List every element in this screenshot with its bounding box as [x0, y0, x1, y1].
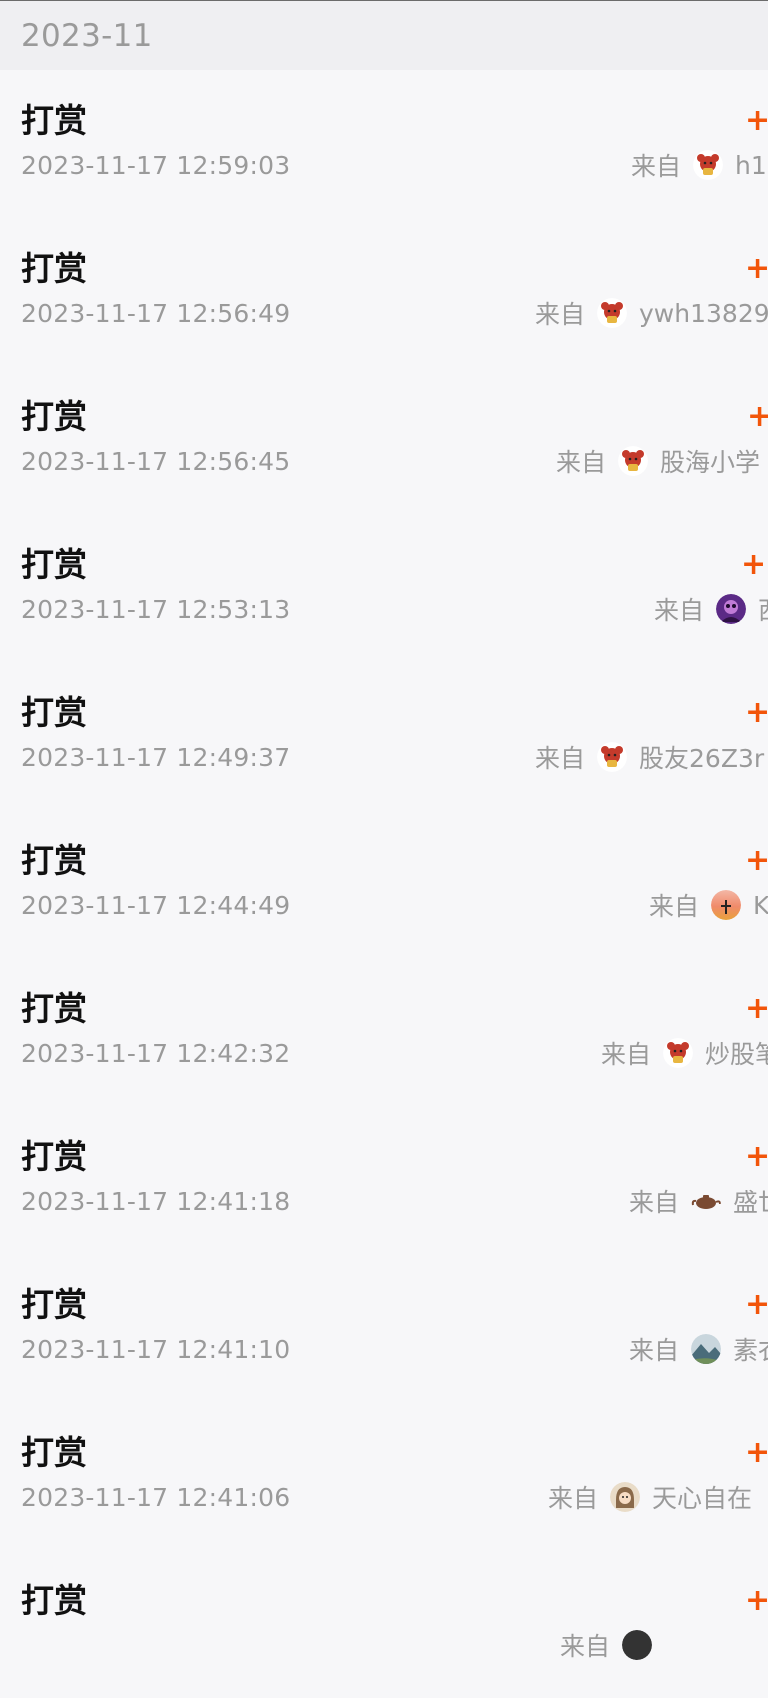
from-label: 来自 — [629, 1188, 680, 1217]
user-avatar[interactable] — [691, 1186, 722, 1216]
reward-time: 2023-11-17 12:49:37 — [21, 743, 291, 772]
user-avatar[interactable] — [663, 1038, 694, 1068]
reward-source: 来自 素衣 — [629, 1331, 768, 1367]
reward-amount: +3 — [741, 547, 768, 582]
month-header: 2023-11 — [0, 0, 768, 70]
reward-time: 2023-11-17 12:56:49 — [21, 299, 291, 328]
reward-source: 来自 股友26Z3r — [535, 739, 764, 775]
reward-source: 来自 盛世 — [629, 1183, 768, 1219]
reward-row[interactable]: 打赏 2023-11-17 12:41:10 +4 来自 素衣 — [0, 1254, 768, 1402]
reward-source: 来自 炒股笔 — [601, 1035, 768, 1071]
reward-time: 2023-11-17 12:41:10 — [21, 1335, 291, 1364]
user-avatar[interactable] — [610, 1482, 641, 1512]
reward-row[interactable]: 打赏 2023-11-17 12:56:45 + 来自 股海小学 — [0, 366, 768, 514]
user-avatar[interactable] — [691, 1334, 722, 1364]
reward-time: 2023-11-17 12:59:03 — [21, 151, 291, 180]
reward-list: 打赏 2023-11-17 12:59:03 + 来自 h12 打赏 2023-11-17 … — [0, 70, 768, 1698]
reward-time: 2023-11-17 12:41:18 — [21, 1187, 291, 1216]
user-avatar[interactable] — [597, 742, 628, 772]
user-name[interactable]: 盛世 — [733, 1183, 768, 1219]
reward-source: 来自 ywh138290 — [535, 295, 768, 331]
user-name[interactable]: 股友26Z3r — [639, 739, 764, 775]
reward-amount: +4 — [745, 991, 768, 1026]
user-name[interactable]: 西 — [758, 591, 768, 627]
reward-row[interactable]: 打赏 2023-11-17 12:53:13 +3 来自 西 — [0, 514, 768, 662]
user-name[interactable]: 股海小学 — [660, 443, 760, 479]
reward-row[interactable]: 打赏 + 来自 — [0, 1550, 768, 1698]
reward-row[interactable]: 打赏 2023-11-17 12:56:49 + 来自 ywh138290 — [0, 218, 768, 366]
reward-title: 打赏 — [21, 693, 87, 732]
reward-title: 打赏 — [21, 1285, 87, 1324]
reward-row[interactable]: 打赏 2023-11-17 12:44:49 + 来自 K — [0, 810, 768, 958]
user-name[interactable]: 素衣 — [733, 1331, 768, 1367]
reward-amount: + — [745, 1435, 768, 1470]
reward-amount: + — [745, 695, 768, 730]
user-avatar[interactable] — [597, 298, 628, 328]
from-label: 来自 — [654, 596, 705, 625]
user-name[interactable]: K — [753, 891, 768, 920]
reward-time: 2023-11-17 12:42:32 — [21, 1039, 291, 1068]
user-name[interactable]: h12 — [735, 151, 768, 180]
reward-row[interactable]: 打赏 2023-11-17 12:41:06 + 来自 天心自在 — [0, 1402, 768, 1550]
from-label: 来自 — [649, 892, 700, 921]
reward-time: 2023-11-17 12:56:45 — [21, 447, 291, 476]
reward-title: 打赏 — [21, 101, 87, 140]
user-name[interactable]: 炒股笔 — [705, 1035, 768, 1071]
reward-source: 来自 股海小学 — [556, 443, 760, 479]
reward-title: 打赏 — [21, 397, 87, 436]
reward-amount: + — [745, 103, 768, 138]
from-label: 来自 — [631, 152, 682, 181]
from-label: 来自 — [601, 1040, 652, 1069]
reward-title: 打赏 — [21, 545, 87, 584]
reward-amount: + — [745, 843, 768, 878]
reward-row[interactable]: 打赏 2023-11-17 12:49:37 + 来自 股友26Z3r — [0, 662, 768, 810]
reward-row[interactable]: 打赏 2023-11-17 12:41:18 + 来自 盛世 — [0, 1106, 768, 1254]
reward-time: 2023-11-17 12:44:49 — [21, 891, 291, 920]
reward-source: 来自 K — [649, 887, 768, 923]
user-avatar[interactable] — [618, 446, 649, 476]
from-label: 来自 — [560, 1632, 611, 1661]
from-label: 来自 — [548, 1484, 599, 1513]
from-label: 来自 — [535, 300, 586, 329]
reward-title: 打赏 — [21, 1581, 87, 1620]
reward-source: 来自 西 — [654, 591, 768, 627]
from-label: 来自 — [535, 744, 586, 773]
from-label: 来自 — [556, 448, 607, 477]
month-label: 2023-11 — [21, 18, 153, 54]
reward-title: 打赏 — [21, 989, 87, 1028]
reward-source: 来自 — [560, 1627, 664, 1663]
reward-amount: + — [747, 399, 768, 434]
reward-time: 2023-11-17 12:41:06 — [21, 1483, 291, 1512]
reward-title: 打赏 — [21, 249, 87, 288]
reward-title: 打赏 — [21, 841, 87, 880]
user-name[interactable]: ywh138290 — [639, 299, 768, 328]
from-label: 来自 — [629, 1336, 680, 1365]
reward-amount: + — [745, 1583, 768, 1618]
reward-amount: + — [745, 1139, 768, 1174]
user-avatar[interactable] — [711, 890, 742, 920]
reward-source: 来自 h12 — [631, 147, 768, 183]
reward-time: 2023-11-17 12:53:13 — [21, 595, 291, 624]
reward-amount: +4 — [745, 1287, 768, 1322]
user-avatar[interactable] — [693, 150, 724, 180]
user-avatar[interactable] — [622, 1630, 653, 1660]
reward-row[interactable]: 打赏 2023-11-17 12:59:03 + 来自 h12 — [0, 70, 768, 218]
reward-row[interactable]: 打赏 2023-11-17 12:42:32 +4 来自 炒股笔 — [0, 958, 768, 1106]
reward-title: 打赏 — [21, 1137, 87, 1176]
reward-amount: + — [745, 251, 768, 286]
user-name[interactable]: 天心自在 — [652, 1479, 752, 1515]
reward-title: 打赏 — [21, 1433, 87, 1472]
reward-source: 来自 天心自在 — [548, 1479, 752, 1515]
user-avatar[interactable] — [716, 594, 747, 624]
